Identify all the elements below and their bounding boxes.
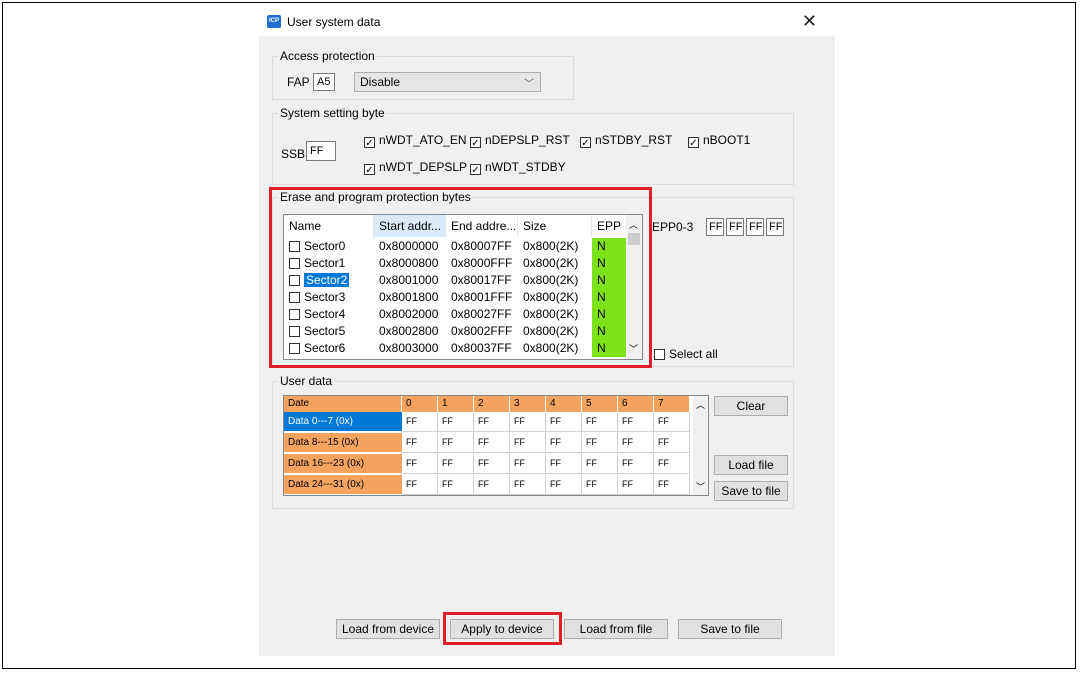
fap-mode-select[interactable]: Disable ﹀ [354, 72, 541, 92]
grid-cell[interactable]: FF [474, 475, 510, 495]
select-all-checkbox[interactable]: Select all [654, 347, 718, 361]
grid-cell[interactable]: FF [402, 475, 438, 495]
load-from-file-button[interactable]: Load from file [564, 619, 668, 639]
grid-cell[interactable]: FF [510, 433, 546, 453]
grid-cell[interactable]: FF [618, 433, 654, 453]
checkbox-label: nWDT_STDBY [485, 160, 566, 174]
grid-cell[interactable]: FF [402, 412, 438, 432]
grid-column-header: 7 [654, 396, 690, 412]
grid-cell[interactable]: FF [402, 454, 438, 474]
grid-cell[interactable]: FF [438, 454, 474, 474]
scroll-up-icon[interactable]: ︿ [696, 398, 705, 411]
ssb-field[interactable]: FF [306, 141, 336, 161]
grid-row-label[interactable]: Data 24---31 (0x) [284, 475, 402, 495]
grid-cell[interactable]: FF [438, 475, 474, 495]
grid-column-header: 6 [618, 396, 654, 412]
grid-cell[interactable]: FF [582, 454, 618, 474]
grid-cell[interactable]: FF [510, 475, 546, 495]
checkmark-icon: ✓ [688, 137, 699, 149]
nwdt-ato-en-checkbox[interactable]: ✓ nWDT_ATO_EN [364, 133, 467, 149]
grid-row-label[interactable]: Data 8---15 (0x) [284, 433, 402, 453]
grid-row-label[interactable]: Data 0---7 (0x) [284, 412, 402, 432]
checkbox-label: nBOOT1 [703, 133, 751, 147]
grid-cell[interactable]: FF [618, 454, 654, 474]
grid-cell[interactable]: FF [510, 454, 546, 474]
nwdt-depslp-checkbox[interactable]: ✓ nWDT_DEPSLP [364, 160, 468, 176]
icp-app-icon: ICP [267, 15, 281, 28]
fap-field[interactable]: A5 [313, 73, 335, 91]
user-data-scrollbar[interactable]: ︿ ﹀ [693, 396, 708, 495]
grid-cell[interactable]: FF [582, 412, 618, 432]
chevron-down-icon: ﹀ [524, 79, 534, 90]
grid-cell[interactable]: FF [582, 433, 618, 453]
system-setting-legend: System setting byte [278, 106, 387, 120]
grid-column-header: Date [284, 396, 402, 412]
nboot1-checkbox[interactable]: ✓ nBOOT1 [688, 133, 751, 149]
user-data-grid[interactable]: Date 0 1 2 3 4 5 6 7 Data 0---7 (0x) FF FF FF FF FF FF F… [283, 395, 709, 496]
epp-highlight-box [269, 187, 652, 368]
grid-cell[interactable]: FF [546, 454, 582, 474]
checkbox-label: nWDT_ATO_EN [379, 133, 467, 147]
grid-cell[interactable]: FF [582, 475, 618, 495]
checkbox-box [654, 349, 665, 360]
grid-cell[interactable]: FF [438, 433, 474, 453]
user-data-legend: User data [278, 374, 335, 388]
grid-cell[interactable]: FF [402, 433, 438, 453]
save-file-button[interactable]: Save to file [714, 481, 788, 501]
load-from-device-button[interactable]: Load from device [336, 619, 440, 639]
epp0-3-label: EPP0-3 [652, 220, 694, 234]
grid-column-header: 4 [546, 396, 582, 412]
title-bar: ICP User system data ✕ [259, 8, 835, 36]
checkmark-icon: ✓ [470, 137, 481, 149]
checkmark-icon: ✓ [364, 164, 375, 176]
grid-cell[interactable]: FF [654, 475, 690, 495]
checkbox-label: nDEPSLP_RST [485, 133, 570, 147]
grid-row-label[interactable]: Data 16---23 (0x) [284, 454, 402, 474]
grid-column-header: 2 [474, 396, 510, 412]
checkbox-label: nSTDBY_RST [595, 133, 673, 147]
grid-cell[interactable]: FF [618, 475, 654, 495]
grid-cell[interactable]: FF [474, 433, 510, 453]
grid-cell[interactable]: FF [438, 412, 474, 432]
grid-cell[interactable]: FF [474, 412, 510, 432]
grid-cell[interactable]: FF [510, 412, 546, 432]
select-all-label: Select all [669, 347, 718, 361]
checkmark-icon: ✓ [470, 164, 481, 176]
access-protection-legend: Access protection [278, 49, 377, 63]
grid-cell[interactable]: FF [654, 412, 690, 432]
window-title: User system data [287, 15, 381, 29]
nwdt-stdby-checkbox[interactable]: ✓ nWDT_STDBY [470, 160, 566, 176]
grid-column-header: 1 [438, 396, 474, 412]
scroll-down-icon[interactable]: ﹀ [696, 480, 705, 493]
grid-cell[interactable]: FF [546, 412, 582, 432]
grid-cell[interactable]: FF [474, 454, 510, 474]
grid-cell[interactable]: FF [654, 454, 690, 474]
close-icon[interactable]: ✕ [802, 11, 817, 32]
fap-mode-value: Disable [360, 75, 401, 89]
epp2-field[interactable]: FF [746, 218, 764, 236]
apply-highlight-box [443, 612, 562, 645]
load-file-button[interactable]: Load file [714, 455, 788, 475]
grid-column-header: 0 [402, 396, 438, 412]
nstdby-rst-checkbox[interactable]: ✓ nSTDBY_RST [580, 133, 673, 149]
clear-button[interactable]: Clear [714, 396, 788, 416]
fap-label: FAP [287, 75, 310, 89]
checkmark-icon: ✓ [364, 137, 375, 149]
grid-cell[interactable]: FF [618, 412, 654, 432]
grid-column-header: 3 [510, 396, 546, 412]
epp0-field[interactable]: FF [706, 218, 724, 236]
checkbox-label: nWDT_DEPSLP [379, 160, 468, 174]
ssb-label: SSB [281, 147, 306, 161]
checkmark-icon: ✓ [580, 137, 591, 149]
grid-cell[interactable]: FF [546, 475, 582, 495]
grid-column-header: 5 [582, 396, 618, 412]
epp1-field[interactable]: FF [726, 218, 744, 236]
epp3-field[interactable]: FF [766, 218, 784, 236]
grid-cell[interactable]: FF [654, 433, 690, 453]
ndepslp-rst-checkbox[interactable]: ✓ nDEPSLP_RST [470, 133, 570, 149]
save-to-file-button[interactable]: Save to file [678, 619, 782, 639]
grid-cell[interactable]: FF [546, 433, 582, 453]
